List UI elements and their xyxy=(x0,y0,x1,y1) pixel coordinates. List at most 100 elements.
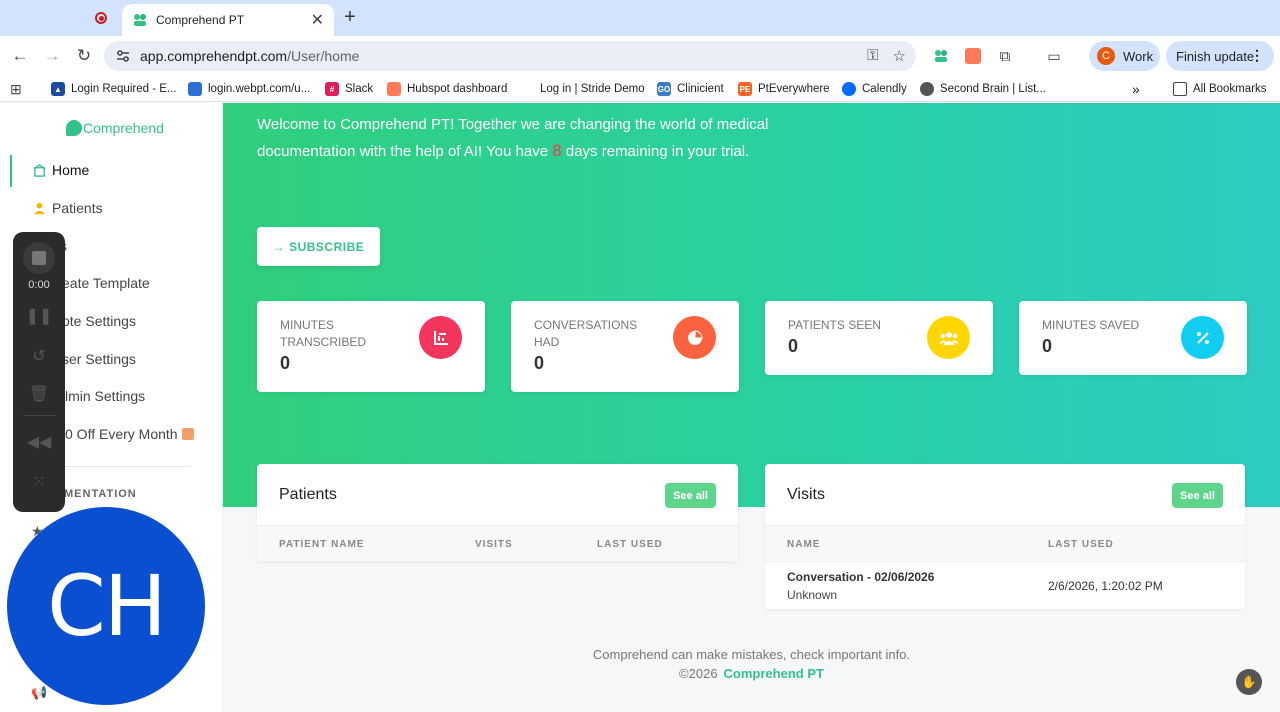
grid-dots-icon[interactable]: ⁙ xyxy=(13,472,65,492)
folder-icon xyxy=(1173,82,1187,96)
clinicient-icon: GO xyxy=(657,82,671,96)
browser-tab-bar: Comprehend PT ✕ + xyxy=(0,0,1280,36)
visit-name[interactable]: Conversation - 02/06/2026 xyxy=(787,570,934,584)
comprehend-logo[interactable]: Comprehend xyxy=(66,120,164,136)
tab-title: Comprehend PT xyxy=(156,13,245,27)
rewind-icon[interactable]: ◀◀ xyxy=(13,432,65,452)
forward-button[interactable]: → xyxy=(40,44,64,68)
stat-value: 0 xyxy=(280,353,291,373)
all-bookmarks[interactable]: All Bookmarks xyxy=(1173,80,1267,98)
percent-icon xyxy=(1181,316,1224,359)
welcome-message: Welcome to Comprehend PT! Together we ar… xyxy=(257,116,769,160)
stat-label: CONVERSATIONS HAD xyxy=(534,318,638,349)
new-tab-button[interactable]: + xyxy=(340,6,360,29)
column-header: LAST USED xyxy=(597,539,663,550)
bookmark-item[interactable]: Second Brain | List... xyxy=(920,80,1046,98)
bookmark-item[interactable]: Log in | Stride Demo xyxy=(540,80,645,98)
subscribe-button[interactable]: → SUBSCRIBE xyxy=(257,227,380,266)
gift-icon xyxy=(181,428,194,440)
webcam-initials: CH xyxy=(47,557,167,655)
footer-disclaimer: Comprehend can make mistakes, check impo… xyxy=(592,647,911,662)
bookmark-item[interactable]: Calendly xyxy=(842,80,907,98)
stat-card-conversations-had: CONVERSATIONS HAD 0 xyxy=(511,301,739,392)
recording-timer: 0:00 xyxy=(28,279,50,291)
extensions-puzzle-icon[interactable]: ⧉ xyxy=(994,45,1016,67)
webpt-icon: ▲ xyxy=(51,82,65,96)
screen-recorder-toolbar: 0:00 ❚❚ ↺ 🗑 ◀◀ ⁙ xyxy=(13,232,65,512)
profile-avatar: C xyxy=(1097,47,1115,65)
globe-icon xyxy=(920,82,934,96)
pie-chart-icon xyxy=(673,316,716,359)
bookmark-item[interactable]: # Slack xyxy=(325,80,373,98)
comprehend-extension-icon[interactable] xyxy=(930,45,952,67)
tab-close-icon[interactable]: ✕ xyxy=(311,10,324,30)
more-bookmarks-icon[interactable]: » xyxy=(1132,80,1140,98)
hubspot-extension-icon[interactable] xyxy=(962,45,984,67)
apps-grid-icon[interactable]: ⊞ xyxy=(10,80,22,98)
reload-button[interactable]: ↻ xyxy=(72,44,96,68)
stat-card-patients-seen: PATIENTS SEEN 0 xyxy=(765,301,993,375)
visits-see-all-button[interactable]: See all xyxy=(1172,483,1223,508)
visit-last-used: 2/6/2026, 1:20:02 PM xyxy=(1048,579,1163,593)
pause-icon[interactable]: ❚❚ xyxy=(13,306,65,326)
column-header: LAST USED xyxy=(1048,539,1114,550)
sidebar-item-patients[interactable]: Patients xyxy=(0,193,223,223)
footer-brand-link[interactable]: Comprehend PT xyxy=(724,666,824,681)
megaphone-icon[interactable]: 📢 xyxy=(31,685,47,701)
bookmark-item[interactable]: ▲ Login Required - E... xyxy=(51,80,176,98)
patients-see-all-button[interactable]: See all xyxy=(665,483,716,508)
address-bar[interactable]: app.comprehendpt.com/User/home ⚿ ☆ xyxy=(104,41,916,71)
recording-tab[interactable] xyxy=(86,7,116,29)
bookmark-item[interactable]: PE PtEverywhere xyxy=(738,80,830,98)
site-settings-icon[interactable] xyxy=(114,47,132,65)
main-content: Welcome to Comprehend PT! Together we ar… xyxy=(223,103,1280,712)
hand-cursor-icon[interactable]: ✋ xyxy=(1236,669,1262,695)
trash-icon[interactable]: 🗑 xyxy=(13,384,65,404)
visit-patient: Unknown xyxy=(787,588,838,602)
sidebar-section-label: MENTATION xyxy=(64,488,137,500)
stat-label: MINUTES TRANSCRIBED xyxy=(280,318,367,349)
more-menu-icon[interactable]: ⋮ xyxy=(1250,47,1264,64)
stat-label: MINUTES SAVED xyxy=(1042,318,1140,332)
stat-value: 0 xyxy=(788,336,799,356)
visits-panel: Visits See all NAME LAST USED Conversati… xyxy=(765,464,1245,609)
bookmark-item[interactable]: Hubspot dashboard xyxy=(387,80,507,98)
webcam-bubble[interactable]: CH xyxy=(7,507,205,705)
back-button[interactable]: ← xyxy=(8,44,32,68)
trial-days-count: 8 xyxy=(552,141,562,160)
patients-panel: Patients See all PATIENT NAME VISITS LAS… xyxy=(257,464,738,562)
comprehend-favicon-icon xyxy=(134,14,146,26)
tab-search-icon[interactable]: ▭ xyxy=(1043,45,1065,67)
stat-value: 0 xyxy=(534,353,545,373)
stat-card-minutes-saved: MINUTES SAVED 0 xyxy=(1019,301,1247,375)
footer-copyright: ©2026 Comprehend PT xyxy=(679,666,824,681)
stat-card-minutes-transcribed: MINUTES TRANSCRIBED 0 xyxy=(257,301,485,392)
document-icon xyxy=(188,82,202,96)
table-header: PATIENT NAME VISITS LAST USED xyxy=(257,525,738,562)
hubspot-icon xyxy=(387,82,401,96)
logo-mark-icon xyxy=(66,120,82,136)
stat-label: PATIENTS SEEN xyxy=(788,318,881,332)
restart-icon[interactable]: ↺ xyxy=(13,346,65,366)
user-icon xyxy=(32,201,46,215)
profile-button[interactable]: C Work xyxy=(1089,41,1160,71)
finish-update-button[interactable]: Finish update ⋮ xyxy=(1166,41,1274,71)
slack-icon: # xyxy=(325,82,339,96)
column-header: VISITS xyxy=(475,539,513,550)
chart-icon xyxy=(419,316,462,359)
url-text: app.comprehendpt.com/User/home xyxy=(140,48,360,64)
stop-recording-button[interactable] xyxy=(23,242,55,274)
table-row[interactable]: Conversation - 02/06/2026 Unknown 2/6/20… xyxy=(765,562,1245,609)
bookmarks-bar: ⊞ ▲ Login Required - E... login.webpt.com… xyxy=(0,76,1280,102)
password-key-icon[interactable]: ⚿ xyxy=(867,47,878,65)
sidebar-item-home[interactable]: Home xyxy=(0,155,223,187)
stat-value: 0 xyxy=(1042,336,1053,356)
tab-comprehend[interactable]: Comprehend PT ✕ xyxy=(122,4,334,36)
profile-label: Work xyxy=(1123,48,1154,64)
table-header: NAME LAST USED xyxy=(765,525,1245,562)
bookmark-item[interactable]: GO Clinicient xyxy=(657,80,724,98)
panel-title: Patients xyxy=(279,486,337,503)
bookmark-item[interactable]: login.webpt.com/u... xyxy=(188,80,310,98)
pteverywhere-icon: PE xyxy=(738,82,752,96)
bookmark-star-icon[interactable]: ☆ xyxy=(893,47,906,65)
